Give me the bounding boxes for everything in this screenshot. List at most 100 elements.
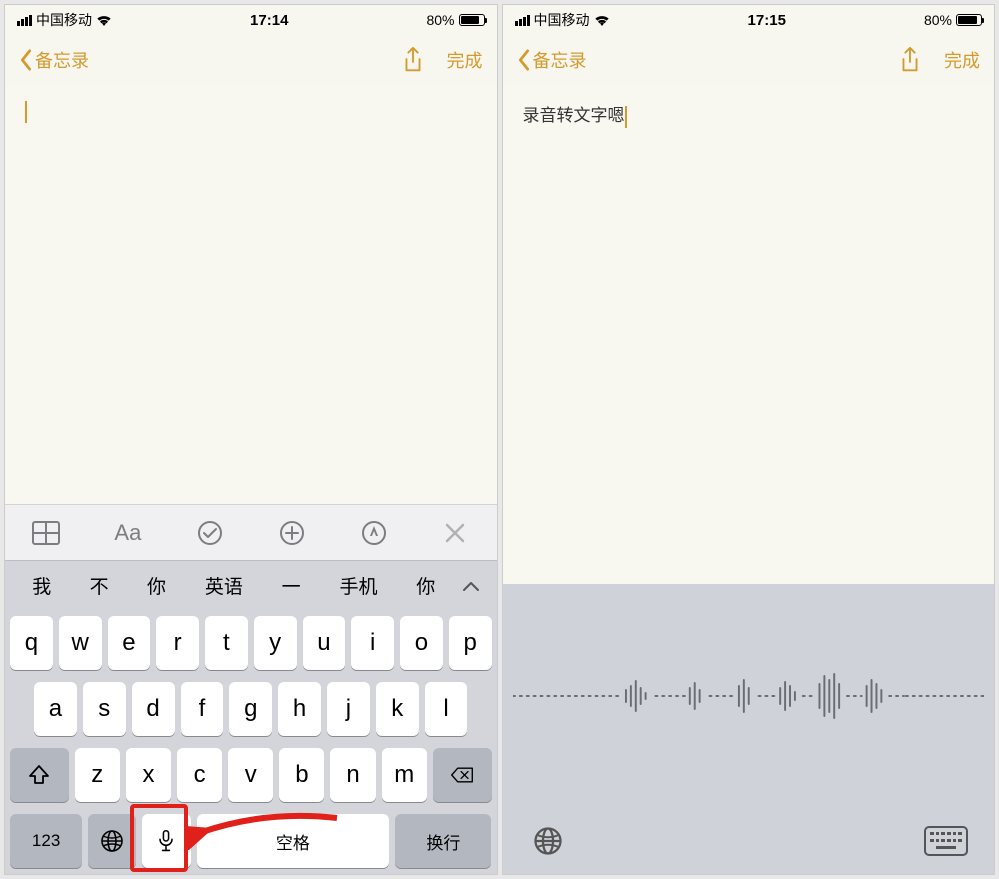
- chevron-left-icon: [19, 49, 33, 71]
- format-toolbar: Aa: [5, 504, 497, 560]
- key-row-4: 123 空格 换行: [10, 814, 492, 868]
- back-label: 备忘录: [35, 47, 89, 73]
- status-time: 17:14: [250, 12, 288, 29]
- backspace-icon: [450, 763, 474, 787]
- text-format-button[interactable]: Aa: [113, 518, 143, 548]
- dictation-controls: [503, 808, 995, 874]
- key-t[interactable]: t: [205, 616, 248, 670]
- battery-indicator: 80%: [924, 12, 982, 28]
- candidate-item[interactable]: 我: [13, 572, 70, 599]
- status-left: 中国移动: [515, 10, 610, 30]
- key-q[interactable]: q: [10, 616, 53, 670]
- status-right: 80%: [924, 12, 982, 28]
- done-button[interactable]: 完成: [447, 47, 483, 73]
- key-row-1: q w e r t y u i o p: [10, 616, 492, 670]
- note-editor[interactable]: [5, 85, 497, 504]
- note-text: 录音转文字嗯: [523, 106, 625, 125]
- key-n[interactable]: n: [330, 748, 375, 802]
- key-p[interactable]: p: [449, 616, 492, 670]
- key-row-3: z x c v b n m: [10, 748, 492, 802]
- note-editor[interactable]: 录音转文字嗯: [503, 85, 995, 584]
- key-u[interactable]: u: [303, 616, 346, 670]
- dictation-waveform: [503, 584, 995, 808]
- candidate-item[interactable]: 你: [397, 572, 454, 599]
- language-button[interactable]: [529, 822, 567, 860]
- text-cursor: [625, 106, 627, 128]
- battery-indicator: 80%: [426, 12, 484, 28]
- battery-icon: [956, 14, 982, 26]
- candidate-expand-icon[interactable]: [454, 569, 488, 603]
- key-i[interactable]: i: [351, 616, 394, 670]
- key-a[interactable]: a: [34, 682, 77, 736]
- candidate-item[interactable]: 你: [128, 572, 185, 599]
- signal-icon: [515, 15, 530, 26]
- carrier-label: 中国移动: [534, 10, 590, 30]
- key-o[interactable]: o: [400, 616, 443, 670]
- battery-percent: 80%: [924, 12, 952, 28]
- key-row-2: a s d f g h j k l: [10, 682, 492, 736]
- key-y[interactable]: y: [254, 616, 297, 670]
- status-time: 17:15: [748, 12, 786, 29]
- key-x[interactable]: x: [126, 748, 171, 802]
- text-cursor: [25, 101, 27, 123]
- microphone-icon: [154, 829, 178, 853]
- space-key[interactable]: 空格: [197, 814, 390, 868]
- table-icon[interactable]: [31, 518, 61, 548]
- candidate-item[interactable]: 英语: [185, 572, 262, 599]
- key-f[interactable]: f: [181, 682, 224, 736]
- nav-right: 完成: [401, 46, 483, 74]
- backspace-key[interactable]: [433, 748, 492, 802]
- key-m[interactable]: m: [382, 748, 427, 802]
- key-v[interactable]: v: [228, 748, 273, 802]
- nav-bar: 备忘录 完成: [503, 35, 995, 85]
- shift-icon: [27, 763, 51, 787]
- globe-icon: [100, 829, 124, 853]
- candidate-item[interactable]: 不: [70, 572, 127, 599]
- status-right: 80%: [426, 12, 484, 28]
- key-w[interactable]: w: [59, 616, 102, 670]
- status-left: 中国移动: [17, 10, 112, 30]
- chevron-left-icon: [517, 49, 531, 71]
- dictation-key[interactable]: [142, 814, 190, 868]
- nav-bar: 备忘录 完成: [5, 35, 497, 85]
- wifi-icon: [594, 14, 610, 26]
- share-icon[interactable]: [401, 46, 425, 74]
- wifi-icon: [96, 14, 112, 26]
- key-l[interactable]: l: [425, 682, 468, 736]
- candidate-item[interactable]: 手机: [320, 572, 397, 599]
- key-h[interactable]: h: [278, 682, 321, 736]
- key-e[interactable]: e: [108, 616, 151, 670]
- key-s[interactable]: s: [83, 682, 126, 736]
- number-key[interactable]: 123: [10, 814, 82, 868]
- share-icon[interactable]: [898, 46, 922, 74]
- dictation-panel: [503, 584, 995, 874]
- key-g[interactable]: g: [229, 682, 272, 736]
- key-z[interactable]: z: [75, 748, 120, 802]
- key-d[interactable]: d: [132, 682, 175, 736]
- back-button[interactable]: 备忘录: [19, 47, 89, 73]
- checklist-icon[interactable]: [195, 518, 225, 548]
- add-icon[interactable]: [277, 518, 307, 548]
- done-button[interactable]: 完成: [944, 47, 980, 73]
- key-j[interactable]: j: [327, 682, 370, 736]
- signal-icon: [17, 15, 32, 26]
- battery-percent: 80%: [426, 12, 454, 28]
- phone-left: 中国移动 17:14 80% 备忘录 完成 Aa: [4, 4, 498, 875]
- key-b[interactable]: b: [279, 748, 324, 802]
- close-icon[interactable]: [440, 518, 470, 548]
- candidate-item[interactable]: 一: [262, 572, 319, 599]
- battery-icon: [459, 14, 485, 26]
- candidate-bar: 我 不 你 英语 一 手机 你: [5, 560, 497, 610]
- back-label: 备忘录: [533, 47, 587, 73]
- markup-icon[interactable]: [359, 518, 389, 548]
- return-key[interactable]: 换行: [395, 814, 491, 868]
- keyboard-button[interactable]: [924, 826, 968, 856]
- key-k[interactable]: k: [376, 682, 419, 736]
- back-button[interactable]: 备忘录: [517, 47, 587, 73]
- status-bar: 中国移动 17:14 80%: [5, 5, 497, 35]
- key-c[interactable]: c: [177, 748, 222, 802]
- nav-right: 完成: [898, 46, 980, 74]
- globe-key[interactable]: [88, 814, 136, 868]
- key-r[interactable]: r: [156, 616, 199, 670]
- shift-key[interactable]: [10, 748, 69, 802]
